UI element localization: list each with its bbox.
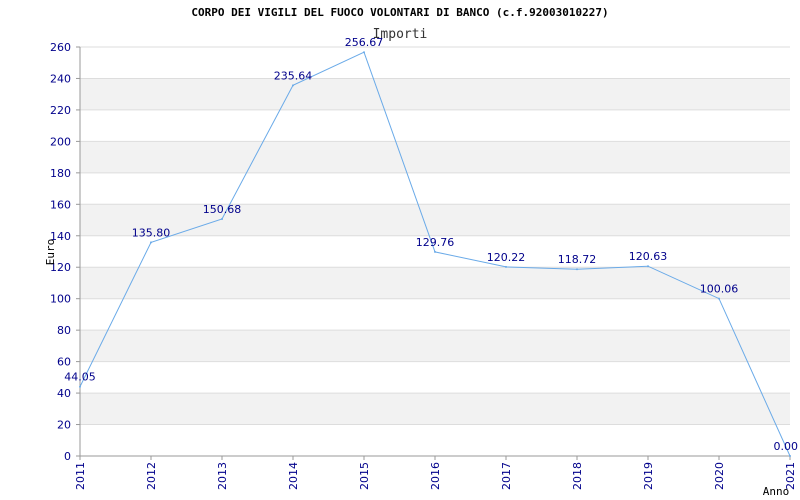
x-tick-label: 2018 bbox=[571, 462, 584, 490]
x-tick-label: 2016 bbox=[429, 462, 442, 490]
grid-band bbox=[80, 78, 790, 110]
data-point bbox=[79, 385, 81, 388]
y-tick-label: 80 bbox=[57, 324, 71, 337]
series-title: Importi bbox=[373, 27, 428, 42]
x-tick-label: 2015 bbox=[358, 462, 371, 490]
chart-title: CORPO DEI VIGILI DEL FUOCO VOLONTARI DI … bbox=[191, 6, 608, 19]
y-tick-label: 100 bbox=[50, 293, 71, 306]
chart: 0 20 40 60 80 100 120 140 160 180 200 220 240 260 201… bbox=[0, 0, 800, 500]
y-tick-label: 220 bbox=[50, 104, 71, 117]
y-tick-label: 160 bbox=[50, 198, 71, 211]
x-tick-label: 2012 bbox=[145, 462, 158, 490]
data-label: 120.63 bbox=[629, 250, 668, 263]
x-tick-label: 2020 bbox=[713, 462, 726, 490]
x-tick-label: 2019 bbox=[642, 462, 655, 490]
data-point bbox=[434, 250, 436, 253]
line-chart: 020406080100120140160180200220240260 201… bbox=[44, 6, 799, 498]
data-label: 120.22 bbox=[487, 251, 526, 264]
grid-band bbox=[80, 141, 790, 173]
y-tick-label: 40 bbox=[57, 387, 71, 400]
y-axis-label: Euro bbox=[44, 239, 57, 266]
data-point bbox=[576, 268, 578, 271]
data-point bbox=[647, 265, 649, 268]
x-tick-label: 2014 bbox=[287, 462, 300, 490]
x-tick-label: 2011 bbox=[74, 462, 87, 490]
grid-band bbox=[80, 393, 790, 425]
y-tick-label: 200 bbox=[50, 135, 71, 148]
data-label: 44.05 bbox=[64, 371, 96, 384]
y-tick-label: 180 bbox=[50, 167, 71, 180]
data-point bbox=[789, 455, 791, 457]
grid-band bbox=[80, 330, 790, 362]
data-label: 118.72 bbox=[558, 253, 597, 266]
data-point bbox=[292, 84, 294, 87]
data-label: 129.76 bbox=[416, 236, 455, 249]
x-tick-label: 2017 bbox=[500, 462, 513, 490]
y-tick-label: 0 bbox=[64, 450, 71, 463]
data-point bbox=[221, 217, 223, 220]
x-tick-labels: 2011 2012 2013 2014 2015 2016 2017 2018 2019 2020… bbox=[74, 462, 797, 490]
data-label: 235.64 bbox=[274, 69, 313, 82]
data-label: 135.80 bbox=[132, 226, 171, 239]
y-tick-label: 20 bbox=[57, 419, 71, 432]
y-tick-label: 240 bbox=[50, 72, 71, 85]
data-point bbox=[718, 297, 720, 300]
data-point bbox=[150, 241, 152, 244]
y-tick-label: 260 bbox=[50, 41, 71, 54]
grid-band bbox=[80, 267, 790, 299]
data-label: 150.68 bbox=[203, 203, 242, 216]
x-tick-label: 2013 bbox=[216, 462, 229, 490]
data-label: 100.06 bbox=[700, 283, 739, 296]
y-tick-label: 60 bbox=[57, 356, 71, 369]
data-label: 0.00 bbox=[774, 440, 799, 453]
x-axis-label: Anno bbox=[763, 485, 790, 498]
data-point bbox=[505, 265, 507, 268]
data-point bbox=[363, 51, 365, 54]
